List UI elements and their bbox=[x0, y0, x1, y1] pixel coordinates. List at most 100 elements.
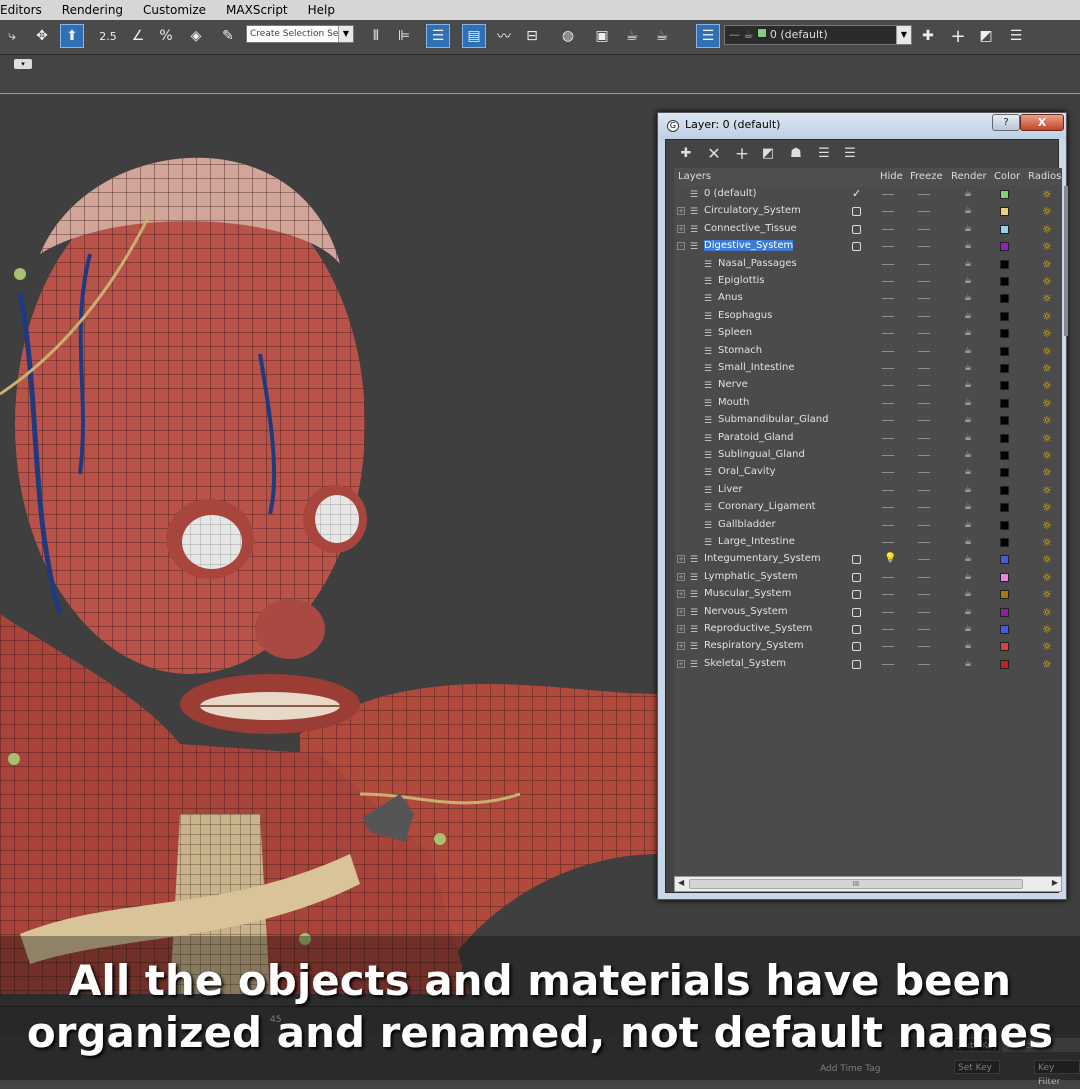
layer-color-swatch[interactable] bbox=[1000, 190, 1009, 199]
make-current-checkbox[interactable] bbox=[852, 555, 861, 565]
layer-color-swatch[interactable] bbox=[1000, 520, 1009, 530]
layer-row[interactable]: + ☰ Circulatory_System ☕ ☼ bbox=[674, 203, 1062, 220]
layer-color-swatch[interactable] bbox=[1000, 416, 1009, 426]
render-teapot-icon[interactable]: ☕ bbox=[964, 293, 974, 303]
freeze-toggle[interactable] bbox=[918, 646, 930, 648]
select-region-icon[interactable]: ⬆ bbox=[60, 24, 84, 48]
graphite-tools-icon[interactable]: ▤ bbox=[462, 24, 486, 48]
set-current-layer-icon[interactable]: ☰ bbox=[1004, 24, 1028, 48]
radiosity-icon[interactable]: ☼ bbox=[1042, 607, 1056, 618]
freeze-toggle[interactable] bbox=[918, 246, 930, 248]
dialog-title-bar[interactable]: G Layer: 0 (default) ? X bbox=[658, 113, 1066, 139]
layer-name[interactable]: Integumentary_System bbox=[704, 553, 821, 564]
render-teapot-icon[interactable]: ☕ bbox=[964, 311, 974, 321]
hide-toggle[interactable] bbox=[882, 402, 894, 404]
layer-color-swatch[interactable] bbox=[1000, 381, 1009, 391]
help-button[interactable]: ? bbox=[992, 114, 1020, 131]
make-current-checkbox[interactable] bbox=[852, 607, 861, 617]
layer-name[interactable]: Coronary_Ligament bbox=[718, 501, 816, 512]
radiosity-icon[interactable]: ☼ bbox=[1042, 363, 1056, 374]
radiosity-icon[interactable]: ☼ bbox=[1042, 450, 1056, 461]
column-hide[interactable]: Hide bbox=[880, 171, 903, 182]
render-teapot-icon[interactable]: ☕ bbox=[964, 520, 974, 530]
link-icon[interactable]: ⤷ bbox=[0, 24, 24, 48]
freeze-toggle[interactable] bbox=[918, 629, 930, 630]
layer-name[interactable]: Gallbladder bbox=[718, 519, 776, 530]
radiosity-icon[interactable]: ☼ bbox=[1042, 485, 1056, 496]
layer-name[interactable]: Digestive_System bbox=[704, 240, 794, 252]
freeze-toggle[interactable] bbox=[918, 542, 930, 543]
layer-row[interactable]: ☰ Paratoid_Gland ☕ ☼ bbox=[674, 430, 1062, 447]
freeze-toggle[interactable] bbox=[918, 315, 930, 317]
expand-icon[interactable]: + bbox=[677, 207, 685, 216]
render-teapot-icon[interactable]: ☕ bbox=[964, 624, 974, 634]
layer-name[interactable]: Lymphatic_System bbox=[704, 571, 798, 582]
render-teapot-icon[interactable]: ☕ bbox=[964, 433, 974, 443]
radiosity-icon[interactable]: ☼ bbox=[1042, 624, 1056, 635]
layer-name[interactable]: Connective_Tissue bbox=[704, 223, 797, 234]
layer-row[interactable]: ☰ Nerve ☕ ☼ bbox=[674, 377, 1062, 394]
scroll-left-icon[interactable]: ◀ bbox=[678, 878, 684, 887]
layer-color-swatch[interactable] bbox=[1000, 538, 1009, 547]
freeze-toggle[interactable] bbox=[918, 455, 930, 456]
ribbon-toggle-icon[interactable]: ▾ bbox=[14, 59, 32, 69]
schematic-view-icon[interactable]: ⊟ bbox=[520, 24, 544, 48]
render-teapot-icon[interactable]: ☕ bbox=[964, 450, 974, 460]
hide-toggle[interactable] bbox=[882, 489, 894, 491]
column-color[interactable]: Color bbox=[994, 171, 1020, 182]
layer-color-swatch[interactable] bbox=[1000, 625, 1009, 634]
hide-toggle[interactable] bbox=[882, 576, 894, 578]
radiosity-icon[interactable]: ☼ bbox=[1042, 224, 1056, 235]
layer-color-swatch[interactable] bbox=[1000, 364, 1009, 373]
layer-row[interactable]: ☰ Nasal_Passages ☕ ☼ bbox=[674, 256, 1062, 273]
layer-row[interactable]: ☰ Sublingual_Gland ☕ ☼ bbox=[674, 447, 1062, 464]
render-teapot-icon[interactable]: ☕ bbox=[964, 346, 974, 356]
layer-row[interactable]: ☰ Epiglottis ☕ ☼ bbox=[674, 273, 1062, 290]
freeze-toggle[interactable] bbox=[918, 663, 930, 665]
layer-color-swatch[interactable] bbox=[1000, 259, 1009, 269]
render-teapot-icon[interactable]: ☕ bbox=[964, 398, 974, 408]
freeze-all-icon[interactable]: ☰ bbox=[840, 144, 860, 164]
spinner-snap-icon[interactable]: ◈ bbox=[184, 24, 208, 48]
freeze-toggle[interactable] bbox=[918, 211, 930, 213]
radiosity-icon[interactable]: ☼ bbox=[1042, 659, 1056, 670]
render-teapot-icon[interactable]: ☕ bbox=[964, 554, 974, 564]
expand-icon[interactable]: + bbox=[677, 224, 685, 233]
layer-row[interactable]: ☰ Spleen ☕ ☼ bbox=[674, 325, 1062, 342]
make-current-checkbox[interactable] bbox=[852, 224, 861, 234]
hide-toggle[interactable] bbox=[882, 385, 894, 387]
hide-toggle[interactable] bbox=[882, 542, 894, 543]
radiosity-icon[interactable]: ☼ bbox=[1042, 467, 1056, 478]
layer-name[interactable]: Respiratory_System bbox=[704, 640, 804, 651]
radiosity-icon[interactable]: ☼ bbox=[1042, 520, 1056, 531]
menu-help[interactable]: Help bbox=[298, 0, 345, 20]
render-teapot-icon[interactable]: ☕ bbox=[964, 380, 974, 390]
layer-row[interactable]: ☰ Small_Intestine ☕ ☼ bbox=[674, 360, 1062, 377]
layer-name[interactable]: Nasal_Passages bbox=[718, 258, 797, 269]
make-current-checkbox[interactable] bbox=[852, 642, 861, 652]
render-teapot-icon[interactable]: ☕ bbox=[964, 276, 974, 286]
layer-color-swatch[interactable] bbox=[1000, 642, 1009, 652]
radiosity-icon[interactable]: ☼ bbox=[1042, 502, 1056, 513]
radiosity-icon[interactable]: ☼ bbox=[1042, 206, 1056, 217]
curve-editor-icon[interactable]: 〰 bbox=[492, 24, 516, 48]
make-current-checkbox[interactable] bbox=[852, 207, 861, 217]
radiosity-icon[interactable]: ☼ bbox=[1042, 293, 1056, 304]
column-radiosity[interactable]: Radios bbox=[1028, 171, 1061, 182]
hide-toggle[interactable] bbox=[882, 368, 894, 369]
named-selection-set-combo[interactable]: Create Selection Se ▼ bbox=[246, 25, 354, 43]
angle-snap-icon[interactable]: ∠ bbox=[126, 24, 150, 48]
layer-row[interactable]: ☰ Mouth ☕ ☼ bbox=[674, 395, 1062, 412]
mirror-icon[interactable]: ⫴ bbox=[364, 24, 388, 48]
make-current-checkbox[interactable] bbox=[852, 625, 861, 634]
scroll-right-icon[interactable]: ▶ bbox=[1052, 878, 1058, 887]
hide-toggle[interactable] bbox=[882, 524, 894, 526]
radiosity-icon[interactable]: ☼ bbox=[1042, 415, 1056, 426]
hide-all-icon[interactable]: ☰ bbox=[814, 144, 834, 164]
layer-row[interactable]: + ☰ Lymphatic_System ☕ ☼ bbox=[674, 569, 1062, 586]
layer-name[interactable]: Stomach bbox=[718, 345, 762, 356]
layer-color-swatch[interactable] bbox=[1000, 485, 1009, 495]
radiosity-icon[interactable]: ☼ bbox=[1042, 641, 1056, 652]
layer-name[interactable]: Nerve bbox=[718, 379, 748, 390]
render-teapot-icon[interactable]: ☕ bbox=[964, 572, 974, 582]
